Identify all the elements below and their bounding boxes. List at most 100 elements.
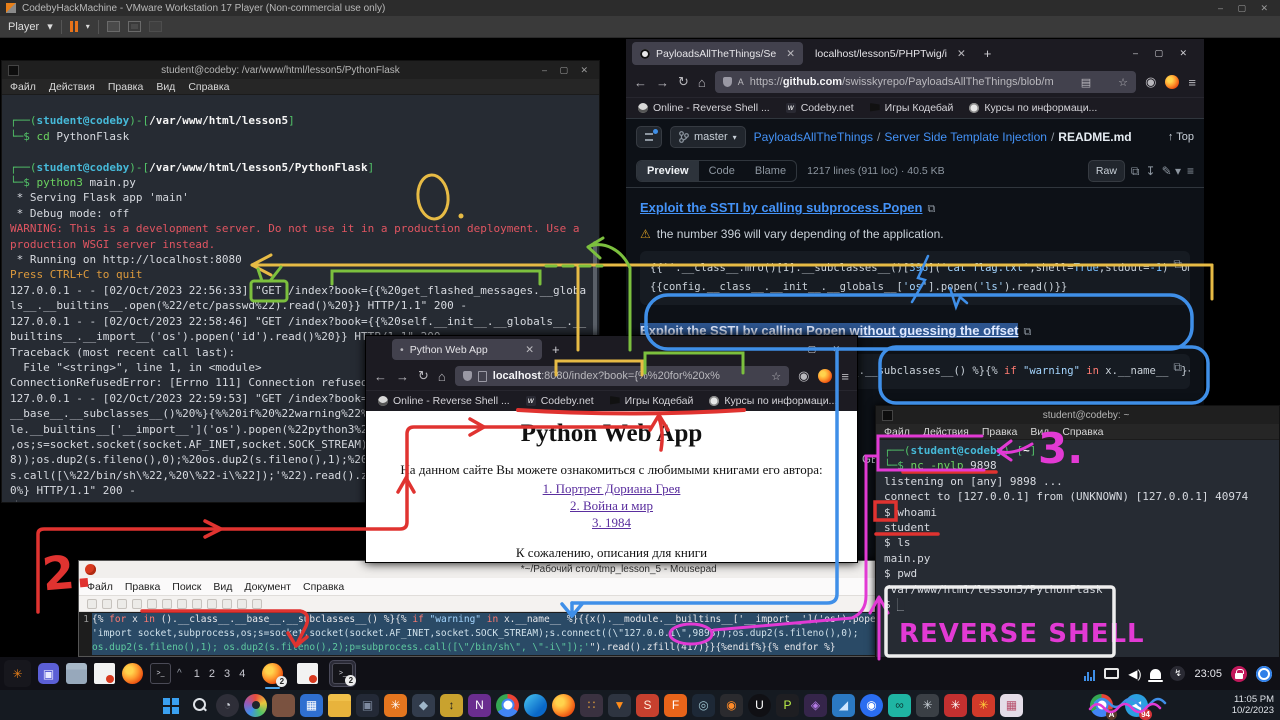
back-icon[interactable]: ← bbox=[634, 75, 647, 90]
taskbar-icon-diamond-app[interactable]: ◆ bbox=[412, 694, 435, 717]
new-tab-button[interactable]: + bbox=[546, 342, 566, 357]
bookmark-globe[interactable]: Курсы по информаци... bbox=[969, 102, 1097, 114]
taskbar-icon-vscode[interactable]: ◢ bbox=[832, 694, 855, 717]
taskbar-icon-start[interactable] bbox=[160, 694, 183, 717]
menu-item[interactable]: Справка bbox=[303, 581, 344, 593]
back-icon[interactable]: ← bbox=[374, 369, 387, 384]
vm-launcher-firefox[interactable] bbox=[122, 663, 143, 684]
reader-icon[interactable]: ▤ bbox=[1081, 76, 1091, 89]
taskbar-icon-carrot[interactable]: ▼ bbox=[608, 694, 631, 717]
forward-icon[interactable]: → bbox=[396, 369, 409, 384]
lock-screen-icon[interactable] bbox=[1231, 666, 1247, 682]
tab-code[interactable]: Code bbox=[699, 161, 745, 181]
bookmark-skull[interactable]: Online - Reverse Shell ... bbox=[638, 102, 770, 114]
tab-localhost-phptwig[interactable]: localhost/lesson5/PHPTwig/i ✕ bbox=[807, 42, 974, 65]
menu-item[interactable]: Файл bbox=[884, 426, 910, 438]
menu-item[interactable]: Правка bbox=[982, 426, 1017, 438]
taskbar-icon-onenote[interactable]: N bbox=[468, 694, 491, 717]
shield-icon[interactable] bbox=[463, 371, 472, 381]
menu-item[interactable]: Вид bbox=[213, 581, 232, 593]
menu-item[interactable]: Поиск bbox=[172, 581, 201, 593]
window-controls[interactable]: – ▢ ✕ bbox=[542, 65, 593, 76]
taskbar-icon-pycharm[interactable]: P bbox=[776, 694, 799, 717]
taskbar-icon-explorer-folder[interactable] bbox=[328, 694, 351, 717]
fullscreen-button[interactable] bbox=[128, 21, 141, 32]
cut-icon[interactable] bbox=[192, 599, 202, 609]
close-tab-icon[interactable]: ✕ bbox=[957, 48, 966, 60]
menu-item[interactable]: Действия bbox=[49, 81, 95, 93]
vmware-window-controls[interactable]: – ▢ ✕ bbox=[1218, 3, 1274, 14]
link-anchor-icon[interactable]: ⧉ bbox=[1023, 326, 1031, 338]
tray-icon-telegram[interactable]: ◀94 bbox=[1125, 694, 1148, 717]
menu-item[interactable]: Файл bbox=[87, 581, 113, 593]
vm-launcher-terminal[interactable] bbox=[150, 663, 171, 684]
open-file-icon[interactable] bbox=[102, 599, 112, 609]
close-tab-icon[interactable]: ✕ bbox=[525, 344, 534, 356]
menu-hamburger-icon[interactable]: ≡ bbox=[1188, 75, 1196, 90]
branch-selector[interactable]: master ▾ bbox=[670, 126, 746, 148]
menu-item[interactable]: Справка bbox=[1062, 426, 1103, 438]
notifications-bell-icon[interactable] bbox=[1150, 669, 1161, 679]
suspend-caret[interactable]: ▾ bbox=[86, 22, 90, 31]
menu-item[interactable]: Правка bbox=[108, 81, 143, 93]
taskbar-icon-keys-yellow[interactable]: ↕ bbox=[440, 694, 463, 717]
vm-window-terminal-window[interactable]: 2 bbox=[332, 663, 353, 684]
taskbar-icon-gear-red[interactable]: ✳ bbox=[944, 694, 967, 717]
home-icon[interactable]: ⌂ bbox=[438, 369, 446, 384]
taskbar-icon-burst[interactable]: ✳ bbox=[916, 694, 939, 717]
taskbar-icon-blocks[interactable]: ∷ bbox=[580, 694, 603, 717]
tab-python-web-app[interactable]: • Python Web App ✕ bbox=[392, 339, 542, 360]
bookmark-skull[interactable]: Online - Reverse Shell ... bbox=[378, 395, 510, 407]
taskbar-icon-lens[interactable]: ◎ bbox=[692, 694, 715, 717]
tab-preview[interactable]: Preview bbox=[637, 161, 699, 181]
menu-item[interactable]: Правка bbox=[125, 581, 160, 593]
vm-window-firefox-window[interactable]: 2 bbox=[262, 663, 283, 684]
window-controls[interactable]: – ▢ ✕ bbox=[786, 344, 851, 355]
shield-icon[interactable] bbox=[723, 77, 732, 87]
terminal-output[interactable]: ┌──(student@codeby)-[~]└─$ nc -nvlp 9898… bbox=[876, 440, 1279, 657]
volume-icon[interactable]: ◀) bbox=[1128, 667, 1141, 681]
forward-icon[interactable]: → bbox=[656, 75, 669, 90]
firefox-account-icon[interactable] bbox=[818, 369, 832, 383]
redo-icon[interactable] bbox=[177, 599, 187, 609]
paste-icon[interactable] bbox=[222, 599, 232, 609]
vm-window-button-terminal-window[interactable]: 2 bbox=[330, 661, 355, 686]
taskbar-icon-calendar[interactable]: ▦ bbox=[300, 694, 323, 717]
save-as-icon[interactable] bbox=[132, 599, 142, 609]
bookmark-w[interactable]: wCodeby.net bbox=[526, 395, 594, 407]
taskbar-icon-unreal[interactable]: U bbox=[748, 694, 771, 717]
copy-code-icon[interactable]: ⧉ bbox=[1167, 360, 1182, 375]
menu-item[interactable]: Вид bbox=[156, 81, 175, 93]
copy-icon[interactable]: ⧉ bbox=[1131, 164, 1140, 179]
menu-item[interactable]: Документ bbox=[244, 581, 291, 593]
session-icon[interactable] bbox=[1256, 666, 1272, 682]
send-ctrl-alt-del-button[interactable] bbox=[107, 21, 120, 32]
pocket-icon[interactable]: ◉ bbox=[798, 368, 809, 384]
vm-window-button-mousepad-window[interactable] bbox=[295, 661, 320, 686]
reload-icon[interactable]: ↻ bbox=[678, 74, 689, 90]
taskbar-icon-gear-red-2[interactable]: ✳ bbox=[972, 694, 995, 717]
taskbar-icon-photos[interactable]: ▦ bbox=[1000, 694, 1023, 717]
taskbar-icon-settings-orange[interactable]: ✳ bbox=[384, 694, 407, 717]
terminal-titlebar[interactable]: student@codeby: ~ bbox=[876, 406, 1279, 424]
vm-launcher-mousepad[interactable] bbox=[94, 663, 115, 684]
menu-item[interactable]: Действия bbox=[923, 426, 969, 438]
windows-clock[interactable]: 11:05 PM 10/2/2023 bbox=[1232, 694, 1274, 716]
replace-icon[interactable] bbox=[252, 599, 262, 609]
breadcrumb-repo[interactable]: PayloadsAllTheThings bbox=[754, 130, 873, 144]
taskbar-icon-map-pin[interactable]: ◉ bbox=[860, 694, 883, 717]
menu-hamburger-icon[interactable]: ≡ bbox=[841, 369, 849, 384]
workspace-switcher[interactable]: 1 2 3 4 bbox=[194, 668, 249, 680]
search-icon[interactable] bbox=[237, 599, 247, 609]
menu-item[interactable]: Вид bbox=[1030, 426, 1049, 438]
outline-icon[interactable]: ≡ bbox=[1187, 164, 1194, 178]
pocket-icon[interactable]: ◉ bbox=[1145, 74, 1156, 90]
bookmark-w[interactable]: wCodeby.net bbox=[786, 102, 854, 114]
book-link[interactable]: 1. Портрет Дориана Грея bbox=[366, 480, 857, 497]
taskbar-icon-color-wheel[interactable] bbox=[244, 694, 267, 717]
new-file-icon[interactable] bbox=[87, 599, 97, 609]
download-icon[interactable]: ↧ bbox=[1146, 164, 1156, 178]
book-link[interactable]: 2. Война и мир bbox=[366, 497, 857, 514]
taskbar-icon-docs-orange[interactable]: F bbox=[664, 694, 687, 717]
taskbar-icon-taskview[interactable]: ◔ bbox=[216, 694, 239, 717]
